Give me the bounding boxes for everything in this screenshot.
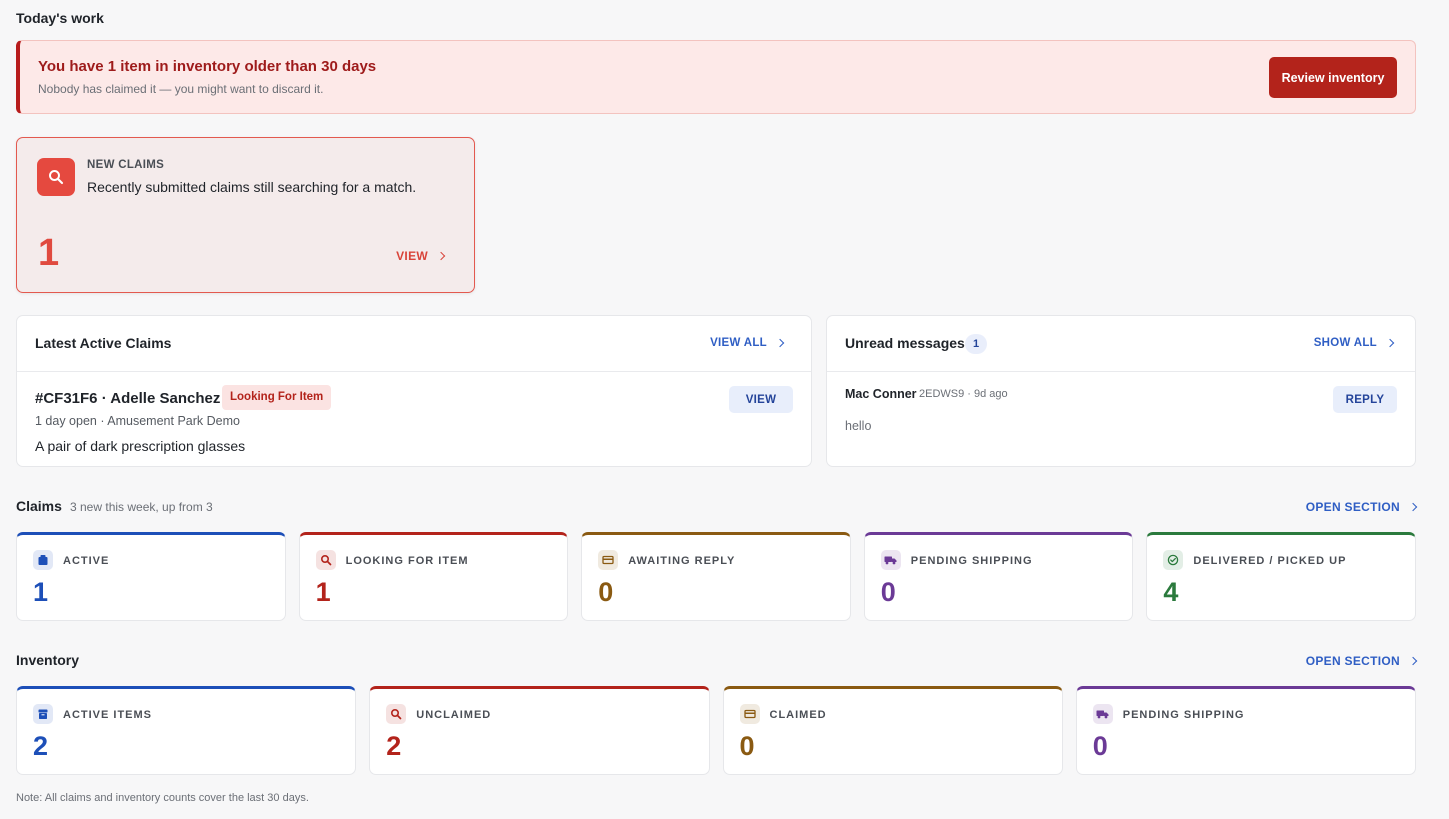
clipboard-icon [33, 550, 53, 570]
stat-value: 0 [739, 731, 755, 761]
stat-label: UNCLAIMED [416, 709, 492, 721]
unread-messages-panel: Unread messages 1 SHOW ALL Mac Conner 2E… [826, 315, 1416, 467]
chevron-right-icon [775, 338, 785, 348]
open-section-label: OPEN SECTION [1305, 500, 1400, 514]
claims-stat-card[interactable]: ACTIVE 1 [16, 532, 286, 621]
claim-description: A pair of dark prescription glasses [35, 438, 246, 454]
check-circle-icon [1163, 550, 1184, 570]
new-claims-card[interactable]: NEW CLAIMS Recently submitted claims sti… [16, 137, 475, 293]
claims-stat-card[interactable]: LOOKING FOR ITEM 1 [298, 532, 569, 621]
page-title: Today's work [16, 10, 104, 26]
claims-stat-card[interactable]: DELIVERED / PICKED UP 4 [1146, 532, 1416, 621]
stat-value: 0 [598, 577, 614, 607]
inventory-section-title: Inventory [16, 652, 80, 668]
show-all-label: SHOW ALL [1313, 337, 1377, 349]
panel-title: Unread messages [845, 335, 965, 351]
latest-active-claims-panel: Latest Active Claims VIEW ALL #CF31F6 · … [16, 315, 812, 467]
new-claims-label: NEW CLAIMS [87, 159, 165, 171]
claims-open-section-link[interactable]: OPEN SECTION [1305, 500, 1418, 514]
stat-value: 4 [1163, 577, 1179, 607]
inventory-stat-card[interactable]: ACTIVE ITEMS 2 [16, 686, 357, 775]
box-icon [33, 704, 53, 724]
stat-label: ACTIVE [63, 555, 110, 567]
open-section-label: OPEN SECTION [1305, 654, 1400, 668]
search-icon [315, 550, 336, 570]
stat-value: 1 [33, 577, 49, 607]
claims-stat-card[interactable]: PENDING SHIPPING 0 [863, 532, 1134, 621]
panel-title: Latest Active Claims [35, 335, 172, 351]
view-all-link[interactable]: VIEW ALL [710, 337, 785, 349]
view-all-label: VIEW ALL [710, 337, 767, 349]
claims-section-subtitle: 3 new this week, up from 3 [70, 500, 213, 514]
stat-value: 2 [386, 731, 402, 761]
truck-icon [1092, 704, 1113, 724]
status-badge: Looking For Item [222, 385, 332, 410]
alert-title: You have 1 item in inventory older than … [38, 58, 377, 75]
chevron-right-icon [1385, 338, 1395, 348]
unread-count-badge: 1 [965, 334, 987, 354]
stat-label: CLAIMED [769, 709, 827, 721]
truck-icon [880, 550, 901, 570]
claim-id-name[interactable]: #CF31F6 · Adelle Sanchez [35, 390, 220, 407]
stat-label: ACTIVE ITEMS [63, 709, 153, 721]
chevron-right-icon [1408, 502, 1418, 512]
show-all-link[interactable]: SHOW ALL [1313, 337, 1395, 349]
message-sender: Mac Conner [845, 387, 917, 401]
card-icon [598, 550, 619, 570]
chevron-right-icon [436, 251, 446, 261]
new-claims-count: 1 [38, 232, 60, 274]
view-label: VIEW [396, 249, 428, 263]
inventory-stat-card[interactable]: PENDING SHIPPING 0 [1075, 686, 1416, 775]
inventory-open-section-link[interactable]: OPEN SECTION [1305, 654, 1418, 668]
stat-label: AWAITING REPLY [628, 555, 736, 567]
stat-label: DELIVERED / PICKED UP [1193, 555, 1347, 567]
new-claims-description: Recently submitted claims still searchin… [87, 179, 417, 195]
view-claim-button[interactable]: VIEW [729, 386, 793, 413]
stat-value: 1 [315, 577, 331, 607]
inventory-stat-card[interactable]: UNCLAIMED 2 [369, 686, 710, 775]
stat-label: PENDING SHIPPING [1122, 709, 1245, 721]
stat-value: 2 [33, 731, 49, 761]
inventory-stat-card[interactable]: CLAIMED 0 [722, 686, 1063, 775]
stat-value: 0 [880, 577, 896, 607]
search-icon [386, 704, 407, 724]
reply-button[interactable]: REPLY [1333, 386, 1397, 413]
claims-section-title: Claims [16, 498, 62, 514]
panel-header: Unread messages 1 SHOW ALL [827, 316, 1415, 372]
claim-meta: 1 day open · Amusement Park Demo [35, 414, 240, 428]
new-claims-view-link[interactable]: VIEW [396, 249, 446, 263]
card-icon [739, 704, 760, 724]
chevron-right-icon [1408, 656, 1418, 666]
stat-label: PENDING SHIPPING [910, 555, 1033, 567]
search-icon [37, 158, 75, 196]
message-body: hello [845, 419, 872, 433]
inventory-alert: You have 1 item in inventory older than … [16, 40, 1416, 114]
message-meta: 2EDWS9 · 9d ago [919, 388, 1008, 400]
stat-label: LOOKING FOR ITEM [345, 555, 469, 567]
alert-subtitle: Nobody has claimed it — you might want t… [38, 82, 324, 96]
footnote: Note: All claims and inventory counts co… [16, 792, 309, 804]
panel-header: Latest Active Claims VIEW ALL [17, 316, 811, 372]
review-inventory-button[interactable]: Review inventory [1269, 57, 1397, 98]
claims-stat-card[interactable]: AWAITING REPLY 0 [581, 532, 851, 621]
stat-value: 0 [1092, 731, 1108, 761]
